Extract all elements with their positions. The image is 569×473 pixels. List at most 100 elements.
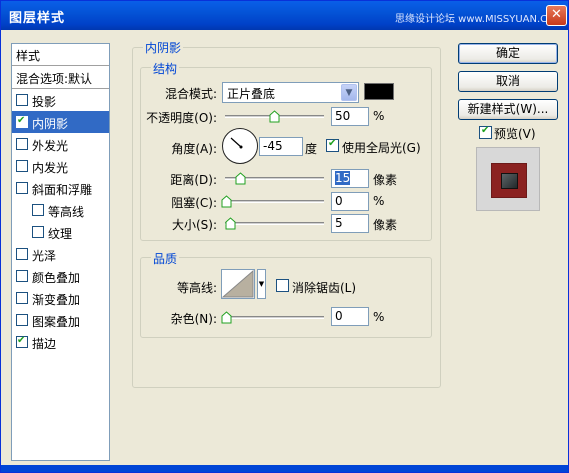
shadow-color-swatch[interactable]	[364, 83, 394, 100]
style-preview-thumbnail	[476, 147, 540, 211]
sidebar-item-label: 等高线	[48, 205, 85, 219]
sidebar-item-label: 渐变叠加	[32, 293, 81, 307]
sidebar-item-checkbox[interactable]	[16, 335, 28, 348]
chevron-down-icon[interactable]: ▼	[257, 269, 266, 299]
sidebar-item[interactable]: 纹理	[12, 221, 109, 243]
angle-unit: 度	[305, 142, 318, 156]
global-light-label[interactable]: 使用全局光(G)	[342, 139, 421, 156]
title-bar[interactable]: 图层样式 思缘设计论坛 www.MISSYUAN.COM ✕	[1, 1, 568, 30]
choke-slider-thumb[interactable]	[221, 195, 232, 208]
choke-label: 阻塞(C):	[171, 196, 217, 210]
sidebar-item[interactable]: 外发光	[12, 133, 109, 155]
sidebar-item-label: 内阴影	[32, 117, 69, 131]
structure-title: 结构	[151, 60, 180, 77]
distance-unit: 像素	[373, 173, 398, 187]
inner-shadow-title: 内阴影	[143, 39, 184, 56]
blend-mode-select[interactable]: 正片叠底 ▼	[222, 82, 359, 103]
size-input[interactable]: 5	[331, 214, 369, 233]
choke-input[interactable]: 0	[331, 192, 369, 211]
angle-label: 角度(A):	[171, 142, 217, 156]
sidebar-item-checkbox[interactable]	[16, 138, 28, 150]
sidebar-item-checkbox[interactable]	[16, 292, 28, 304]
sidebar-item[interactable]: 光泽	[12, 243, 109, 265]
blend-mode-value: 正片叠底	[227, 87, 276, 101]
quality-title: 品质	[151, 250, 180, 267]
size-unit: 像素	[373, 218, 398, 232]
sidebar-item-label: 斜面和浮雕	[32, 183, 93, 197]
cancel-button[interactable]: 取消	[458, 71, 558, 92]
noise-slider-track	[225, 316, 324, 319]
sidebar-item-checkbox[interactable]	[32, 204, 44, 216]
opacity-label: 不透明度(O):	[146, 111, 217, 125]
sidebar-item-label: 光泽	[32, 249, 57, 263]
angle-dial[interactable]	[222, 128, 258, 164]
preview-stroke-frame	[491, 163, 527, 198]
noise-slider[interactable]	[221, 311, 324, 325]
choke-unit: %	[373, 194, 385, 208]
sidebar-item-checkbox[interactable]	[32, 226, 44, 238]
noise-slider-thumb[interactable]	[221, 311, 232, 324]
sidebar-item[interactable]: 颜色叠加	[12, 265, 109, 287]
sidebar-item[interactable]: 描边	[12, 331, 109, 353]
anti-alias-label[interactable]: 消除锯齿(L)	[292, 279, 356, 296]
anti-alias-checkbox[interactable]	[276, 279, 289, 292]
opacity-slider-thumb[interactable]	[269, 110, 280, 123]
choke-slider[interactable]	[221, 195, 324, 209]
size-label: 大小(S):	[171, 218, 217, 232]
sidebar-item-checkbox[interactable]	[16, 160, 28, 172]
window-title: 图层样式	[9, 11, 66, 26]
size-slider-track	[225, 222, 324, 225]
size-slider[interactable]	[225, 217, 324, 231]
preview-checkbox[interactable]	[479, 125, 492, 139]
window-bottom-border	[1, 465, 568, 472]
preview-label[interactable]: 预览(V)	[494, 125, 536, 142]
opacity-input[interactable]: 50	[331, 107, 369, 126]
close-button[interactable]: ✕	[546, 5, 567, 26]
noise-unit: %	[373, 310, 385, 324]
sidebar-item-checkbox[interactable]	[16, 182, 28, 194]
sidebar-item-checkbox[interactable]	[16, 248, 28, 260]
sidebar-item-label: 投影	[32, 95, 57, 109]
blend-options-item[interactable]: 混合选项:默认	[12, 66, 109, 89]
sidebar-item-checkbox[interactable]	[16, 314, 28, 326]
sidebar-item[interactable]: 等高线	[12, 199, 109, 221]
sidebar-item-label: 图案叠加	[32, 315, 81, 329]
ok-button[interactable]: 确定	[458, 43, 558, 64]
sidebar-item[interactable]: 图案叠加	[12, 309, 109, 331]
preview-inner-square	[501, 173, 518, 189]
noise-input[interactable]: 0	[331, 307, 369, 326]
sidebar-item-label: 颜色叠加	[32, 271, 81, 285]
watermark-text: 思缘设计论坛 www.MISSYUAN.COM	[395, 14, 564, 25]
new-style-button[interactable]: 新建样式(W)...	[458, 99, 558, 120]
sidebar-item[interactable]: 投影	[12, 89, 109, 111]
sidebar-item[interactable]: 内发光	[12, 155, 109, 177]
contour-picker[interactable]: ▼	[221, 269, 266, 299]
size-slider-thumb[interactable]	[225, 217, 236, 230]
sidebar-item-label: 描边	[32, 337, 57, 351]
styles-header[interactable]: 样式	[12, 44, 109, 66]
sidebar-item-label: 内发光	[32, 161, 69, 175]
styles-list: 样式 混合选项:默认 投影内阴影外发光内发光斜面和浮雕等高线纹理光泽颜色叠加渐变…	[11, 43, 110, 461]
distance-slider[interactable]	[225, 172, 324, 186]
contour-label: 等高线:	[176, 281, 217, 295]
sidebar-item[interactable]: 内阴影	[12, 111, 109, 133]
sidebar-item-checkbox[interactable]	[16, 115, 28, 128]
sidebar-item-checkbox[interactable]	[16, 94, 28, 106]
opacity-unit: %	[373, 109, 385, 123]
noise-label: 杂色(N):	[170, 312, 217, 326]
layer-style-dialog: 图层样式 思缘设计论坛 www.MISSYUAN.COM ✕ 样式 混合选项:默…	[0, 0, 569, 473]
sidebar-item[interactable]: 斜面和浮雕	[12, 177, 109, 199]
sidebar-item[interactable]: 渐变叠加	[12, 287, 109, 309]
angle-dial-needle-icon	[230, 137, 243, 149]
distance-input[interactable]: 15	[331, 169, 369, 188]
distance-label: 距离(D):	[170, 173, 217, 187]
choke-slider-track	[225, 200, 324, 203]
sidebar-item-checkbox[interactable]	[16, 270, 28, 282]
contour-curve-icon	[221, 269, 254, 298]
distance-slider-thumb[interactable]	[235, 172, 246, 185]
opacity-slider[interactable]	[225, 110, 324, 124]
global-light-checkbox[interactable]	[326, 138, 339, 152]
chevron-down-icon: ▼	[341, 84, 357, 101]
angle-input[interactable]: -45	[259, 137, 303, 156]
blend-mode-label: 混合模式:	[164, 87, 217, 101]
